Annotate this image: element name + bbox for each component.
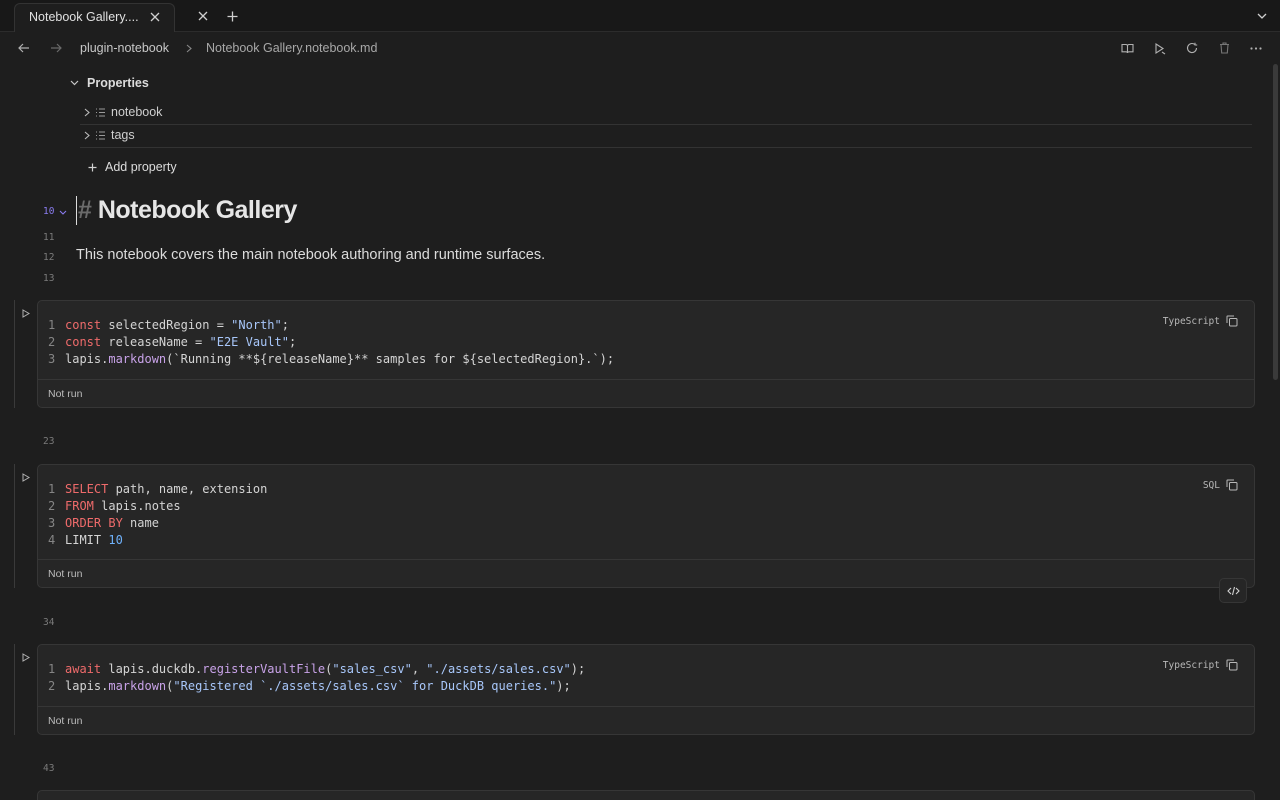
line-number: 10	[43, 206, 55, 217]
line-number: 23	[43, 436, 55, 447]
properties-title: Properties	[87, 76, 149, 90]
code-editor[interactable]: 1 await lapis.duckdb.registerVaultFile("s…	[48, 661, 585, 695]
line-number: 12	[43, 252, 55, 263]
cell-language-label[interactable]: TypeScript	[1163, 316, 1220, 327]
run-cell-play-icon[interactable]	[21, 308, 31, 318]
cell-output-status: Not run	[38, 559, 1254, 587]
list-property-icon	[96, 131, 105, 139]
property-row-tags[interactable]: tags	[80, 125, 1252, 148]
chevron-right-icon	[84, 108, 90, 116]
code-icon	[1226, 586, 1240, 595]
tab-close-icon[interactable]	[148, 10, 162, 24]
forward-arrow-icon[interactable]	[48, 41, 64, 55]
cell-output-status: Not run	[38, 706, 1254, 734]
document-paragraph[interactable]: This notebook covers the main notebook a…	[76, 247, 545, 263]
code-editor[interactable]: 1 SELECT path, name, extension 2 FROM lapi…	[48, 481, 267, 549]
copy-icon[interactable]	[1226, 315, 1238, 327]
property-label: tags	[111, 128, 135, 142]
run-all-play-icon[interactable]	[1151, 40, 1167, 56]
fold-chevron-down-icon[interactable]	[58, 207, 68, 217]
copy-icon[interactable]	[1226, 479, 1238, 491]
clear-outputs-trash-icon[interactable]	[1216, 40, 1232, 56]
add-property-button[interactable]: Add property	[88, 160, 177, 174]
toggle-source-code-button[interactable]	[1219, 578, 1247, 603]
add-property-label: Add property	[105, 160, 177, 174]
cell-output-status: Not run	[38, 379, 1254, 407]
code-cell[interactable]	[37, 790, 1255, 800]
heading-marker: #	[78, 196, 92, 224]
more-options-icon[interactable]	[1248, 40, 1264, 56]
code-cell[interactable]: 1 const selectedRegion = "North"; 2 const …	[37, 300, 1255, 408]
code-editor[interactable]: 1 const selectedRegion = "North"; 2 const …	[48, 317, 614, 368]
line-number: 43	[43, 763, 55, 774]
breadcrumb-file[interactable]: Notebook Gallery.notebook.md	[206, 41, 377, 55]
new-tab-plus-icon[interactable]	[224, 9, 240, 23]
code-cell[interactable]: 1 await lapis.duckdb.registerVaultFile("s…	[37, 644, 1255, 735]
tab-bar: Notebook Gallery....	[0, 0, 1280, 32]
scrollbar-thumb[interactable]	[1273, 64, 1278, 380]
reading-view-book-icon[interactable]	[1119, 40, 1135, 56]
cell-gutter	[14, 464, 15, 588]
close-icon[interactable]	[195, 9, 211, 23]
breadcrumb-folder[interactable]: plugin-notebook	[80, 41, 169, 55]
cell-language-label[interactable]: SQL	[1203, 480, 1220, 491]
run-cell-play-icon[interactable]	[21, 652, 31, 662]
property-row-notebook[interactable]: notebook	[80, 102, 1252, 125]
property-label: notebook	[111, 105, 163, 119]
document-heading[interactable]: # Notebook Gallery	[76, 196, 297, 225]
tab-notebook-gallery[interactable]: Notebook Gallery....	[14, 3, 175, 32]
list-property-icon	[96, 108, 105, 116]
breadcrumb-separator-icon	[183, 42, 195, 54]
cell-language-label[interactable]: TypeScript	[1163, 660, 1220, 671]
restart-refresh-icon[interactable]	[1184, 40, 1200, 56]
chevron-down-icon	[70, 80, 79, 86]
copy-icon[interactable]	[1226, 659, 1238, 671]
line-number: 11	[43, 232, 55, 243]
cell-gutter	[14, 644, 15, 735]
line-number: 13	[43, 273, 55, 284]
chevron-right-icon	[84, 131, 90, 139]
tab-list-chevron-down-icon[interactable]	[1254, 9, 1270, 23]
tab-title: Notebook Gallery....	[29, 10, 139, 24]
heading-text: Notebook Gallery	[97, 196, 298, 224]
properties-header[interactable]: Properties	[70, 76, 149, 90]
run-cell-play-icon[interactable]	[21, 472, 31, 482]
editor-content[interactable]: Properties notebook tags Add property 10…	[0, 64, 1280, 800]
plus-icon	[88, 163, 97, 171]
navigation-bar: plugin-notebook Notebook Gallery.noteboo…	[0, 32, 1280, 64]
back-arrow-icon[interactable]	[16, 41, 32, 55]
code-cell[interactable]: 1 SELECT path, name, extension 2 FROM lapi…	[37, 464, 1255, 588]
line-number: 34	[43, 617, 55, 628]
cell-gutter	[14, 300, 15, 408]
